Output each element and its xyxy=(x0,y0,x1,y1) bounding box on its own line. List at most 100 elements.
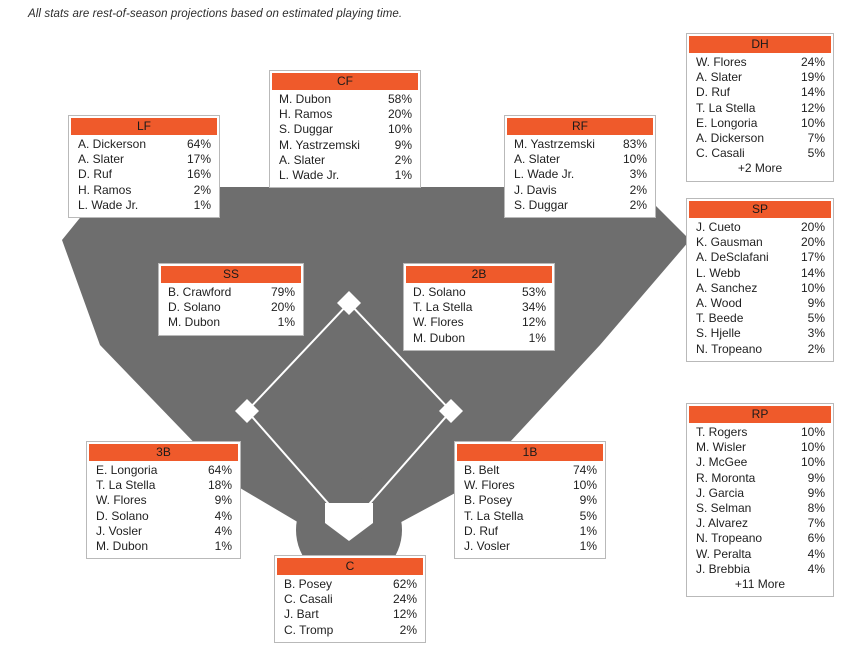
player-row[interactable]: K. Gausman 20% xyxy=(689,235,831,250)
player-row[interactable]: S. Duggar 10% xyxy=(272,122,418,137)
player-row[interactable]: M. Dubon 1% xyxy=(161,315,301,330)
player-row[interactable]: E. Longoria 64% xyxy=(89,463,238,478)
player-row[interactable]: T. Rogers 10% xyxy=(689,425,831,440)
player-row[interactable]: D. Solano 20% xyxy=(161,300,301,315)
player-row[interactable]: T. La Stella 18% xyxy=(89,478,238,493)
player-row[interactable]: W. Flores 10% xyxy=(457,478,603,493)
player-row[interactable]: A. Wood 9% xyxy=(689,296,831,311)
player-name: D. Solano xyxy=(413,285,466,299)
player-row[interactable]: J. Davis 2% xyxy=(507,183,653,198)
player-name: M. Dubon xyxy=(96,539,149,554)
player-share-pct: 10% xyxy=(387,122,412,137)
position-box-c[interactable]: C B. Posey 62% C. Casali 24% J. Bart 12% C. Tro… xyxy=(274,555,426,643)
player-row[interactable]: J. McGee 10% xyxy=(689,455,831,470)
player-name: B. Posey xyxy=(284,577,333,591)
player-row[interactable]: T. La Stella 5% xyxy=(457,509,603,524)
player-row[interactable]: S. Duggar 2% xyxy=(507,198,653,213)
player-row[interactable]: A. DeSclafani 17% xyxy=(689,250,831,265)
player-row[interactable]: H. Ramos 2% xyxy=(71,183,217,198)
player-row[interactable]: B. Crawford 79% xyxy=(161,285,301,300)
position-box-cf[interactable]: CF M. Dubon 58% H. Ramos 20% S. Duggar 10% M. Y… xyxy=(269,70,421,189)
player-row[interactable]: B. Posey 62% xyxy=(277,577,423,592)
player-row[interactable]: E. Longoria 10% xyxy=(689,116,831,131)
player-name: J. Vosler xyxy=(96,523,143,538)
player-row[interactable]: A. Slater 2% xyxy=(272,153,418,168)
player-row[interactable]: D. Ruf 16% xyxy=(71,167,217,182)
player-name: S. Duggar xyxy=(279,122,334,137)
player-row[interactable]: N. Tropeano 2% xyxy=(689,342,831,357)
player-row[interactable]: L. Wade Jr. 1% xyxy=(71,198,217,213)
player-name: B. Crawford xyxy=(168,285,232,299)
player-row[interactable]: J. Brebbia 4% xyxy=(689,562,831,577)
player-row[interactable]: L. Wade Jr. 3% xyxy=(507,167,653,182)
position-box-rf[interactable]: RF M. Yastrzemski 83% A. Slater 10% L. Wade J… xyxy=(504,115,656,219)
player-row[interactable]: A. Slater 19% xyxy=(689,70,831,85)
player-row[interactable]: L. Webb 14% xyxy=(689,266,831,281)
player-row[interactable]: C. Casali 24% xyxy=(277,592,423,607)
player-row[interactable]: W. Flores 24% xyxy=(689,55,831,70)
player-row[interactable]: A. Slater 10% xyxy=(507,152,653,167)
position-box-lf[interactable]: LF A. Dickerson 64% A. Slater 17% D. Ruf 16% H.… xyxy=(68,115,220,219)
player-name: M. Dubon xyxy=(279,92,332,106)
player-row[interactable]: M. Yastrzemski 83% xyxy=(507,137,653,152)
player-row[interactable]: M. Dubon 1% xyxy=(406,331,552,346)
player-row[interactable]: H. Ramos 20% xyxy=(272,107,418,122)
player-row[interactable]: S. Hjelle 3% xyxy=(689,326,831,341)
player-share-pct: 58% xyxy=(387,92,412,106)
player-row[interactable]: A. Dickerson 64% xyxy=(71,137,217,152)
player-share-pct: 3% xyxy=(629,167,647,182)
player-row[interactable]: A. Sanchez 10% xyxy=(689,281,831,296)
player-row[interactable]: N. Tropeano 6% xyxy=(689,531,831,546)
position-box-sp[interactable]: SP J. Cueto 20% K. Gausman 20% A. DeSclafani 1… xyxy=(686,198,834,362)
player-row[interactable]: M. Wisler 10% xyxy=(689,440,831,455)
player-share-pct: 5% xyxy=(807,146,825,161)
player-share-pct: 64% xyxy=(186,137,211,151)
player-row[interactable]: J. Bart 12% xyxy=(277,607,423,622)
player-row[interactable]: D. Ruf 14% xyxy=(689,85,831,100)
player-name: D. Ruf xyxy=(696,85,731,100)
position-box-ss[interactable]: SS B. Crawford 79% D. Solano 20% M. Dubon 1% xyxy=(158,263,304,336)
player-row[interactable]: J. Cueto 20% xyxy=(689,220,831,235)
player-share-pct: 1% xyxy=(528,330,546,345)
player-row[interactable]: D. Solano 53% xyxy=(406,285,552,300)
player-row[interactable]: C. Casali 5% xyxy=(689,146,831,161)
position-box-3b[interactable]: 3B E. Longoria 64% T. La Stella 18% W. Flores… xyxy=(86,441,241,560)
player-row[interactable]: M. Dubon 58% xyxy=(272,92,418,107)
show-more-link-dh[interactable]: +2 More xyxy=(689,161,831,176)
position-box-dh[interactable]: DH W. Flores 24% A. Slater 19% D. Ruf 14% T. La… xyxy=(686,33,834,182)
player-name: J. Davis xyxy=(514,182,557,197)
player-row[interactable]: D. Solano 4% xyxy=(89,509,238,524)
player-row[interactable]: R. Moronta 9% xyxy=(689,471,831,486)
player-row[interactable]: W. Peralta 4% xyxy=(689,547,831,562)
player-row[interactable]: W. Flores 9% xyxy=(89,493,238,508)
player-row[interactable]: A. Slater 17% xyxy=(71,152,217,167)
player-row[interactable]: T. La Stella 34% xyxy=(406,300,552,315)
player-share-pct: 1% xyxy=(193,197,211,212)
player-row[interactable]: C. Tromp 2% xyxy=(277,623,423,638)
player-row[interactable]: B. Belt 74% xyxy=(457,463,603,478)
player-row[interactable]: T. La Stella 12% xyxy=(689,101,831,116)
player-row[interactable]: B. Posey 9% xyxy=(457,493,603,508)
player-name: E. Longoria xyxy=(96,463,158,477)
player-row[interactable]: J. Alvarez 7% xyxy=(689,516,831,531)
player-row[interactable]: W. Flores 12% xyxy=(406,315,552,330)
player-row[interactable]: L. Wade Jr. 1% xyxy=(272,168,418,183)
player-share-pct: 16% xyxy=(186,167,211,182)
position-box-1b[interactable]: 1B B. Belt 74% W. Flores 10% B. Posey 9% T. La … xyxy=(454,441,606,560)
player-row[interactable]: T. Beede 5% xyxy=(689,311,831,326)
player-row[interactable]: J. Vosler 4% xyxy=(89,524,238,539)
player-name: B. Posey xyxy=(464,493,513,508)
show-more-link-rp[interactable]: +11 More xyxy=(689,577,831,592)
player-share-pct: 7% xyxy=(807,131,825,146)
player-row[interactable]: S. Selman 8% xyxy=(689,501,831,516)
player-name: M. Yastrzemski xyxy=(279,137,360,152)
player-row[interactable]: A. Dickerson 7% xyxy=(689,131,831,146)
player-row[interactable]: J. Vosler 1% xyxy=(457,539,603,554)
player-name: N. Tropeano xyxy=(696,341,763,356)
position-box-2b[interactable]: 2B D. Solano 53% T. La Stella 34% W. Flores 12… xyxy=(403,263,555,351)
position-box-rp[interactable]: RP T. Rogers 10% M. Wisler 10% J. McGee 10% R. … xyxy=(686,403,834,598)
player-row[interactable]: D. Ruf 1% xyxy=(457,524,603,539)
player-row[interactable]: M. Dubon 1% xyxy=(89,539,238,554)
player-row[interactable]: M. Yastrzemski 9% xyxy=(272,138,418,153)
player-row[interactable]: J. Garcia 9% xyxy=(689,486,831,501)
